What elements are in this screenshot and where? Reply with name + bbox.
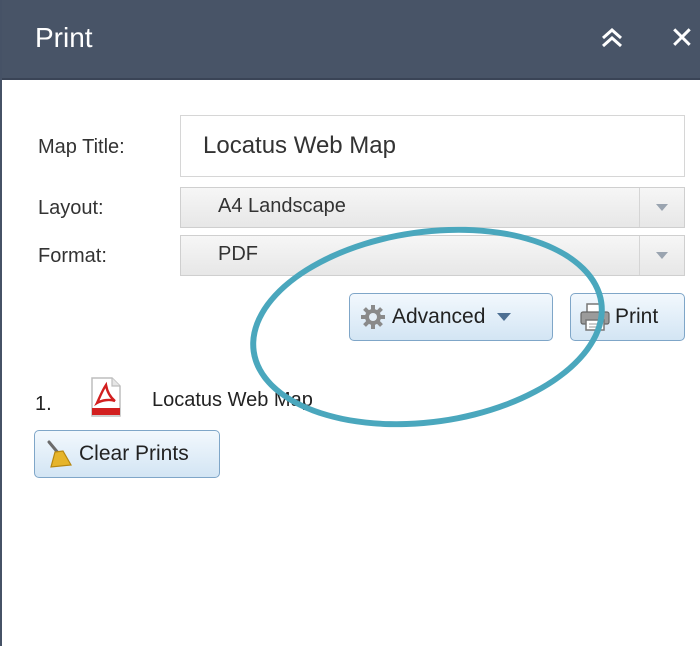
print-label: Print bbox=[615, 305, 659, 328]
printer-icon bbox=[580, 303, 610, 331]
format-value: PDF bbox=[218, 243, 258, 265]
chevron-down-icon bbox=[656, 251, 668, 259]
gear-icon bbox=[361, 305, 385, 329]
collapse-button[interactable] bbox=[592, 18, 632, 58]
layout-value: A4 Landscape bbox=[218, 195, 346, 217]
clear-prints-label: Clear Prints bbox=[79, 442, 189, 465]
pdf-file-icon bbox=[91, 377, 121, 417]
format-dropdown-arrow[interactable] bbox=[639, 236, 684, 275]
chevron-down-icon bbox=[656, 203, 668, 211]
layout-select[interactable]: A4 Landscape bbox=[180, 187, 685, 228]
close-button[interactable]: ✕ bbox=[662, 18, 700, 58]
map-title-input[interactable] bbox=[180, 115, 685, 177]
print-result-link[interactable]: Locatus Web Map bbox=[152, 389, 313, 412]
print-panel: Print ✕ Map Title: Layout: A4 Landscape … bbox=[0, 0, 700, 646]
print-button[interactable]: Print bbox=[570, 293, 685, 341]
format-select[interactable]: PDF bbox=[180, 235, 685, 276]
caret-down-icon bbox=[497, 312, 512, 321]
layout-dropdown-arrow[interactable] bbox=[639, 188, 684, 227]
close-icon: ✕ bbox=[669, 21, 695, 55]
advanced-label: Advanced bbox=[392, 305, 486, 328]
layout-label: Layout: bbox=[38, 197, 104, 219]
clear-prints-button[interactable]: Clear Prints bbox=[34, 430, 220, 478]
result-number: 1. bbox=[35, 393, 52, 415]
map-title-label: Map Title: bbox=[38, 136, 125, 158]
double-chevron-up-icon bbox=[602, 28, 622, 48]
advanced-button[interactable]: Advanced bbox=[349, 293, 553, 341]
broom-icon bbox=[47, 440, 72, 468]
panel-header: Print ✕ bbox=[2, 0, 700, 80]
panel-title: Print bbox=[35, 22, 93, 53]
format-label: Format: bbox=[38, 245, 107, 267]
